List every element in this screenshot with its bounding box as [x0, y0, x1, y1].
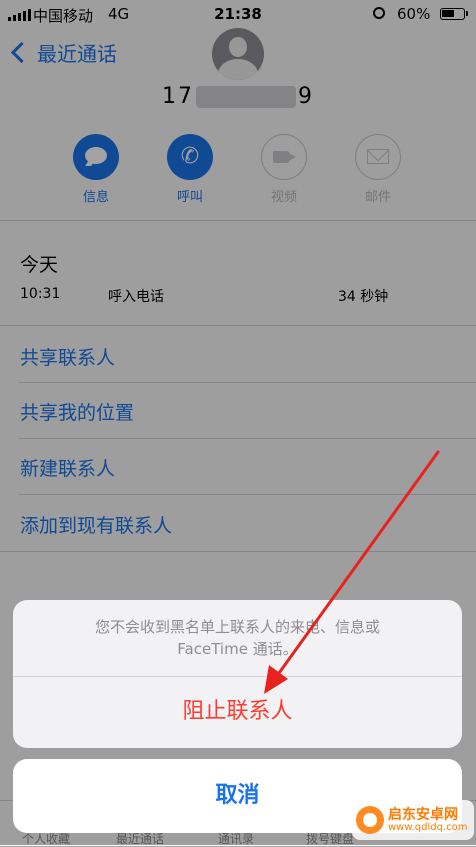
annotation-arrow	[264, 450, 440, 694]
annotation-arrow-head	[264, 665, 288, 694]
watermark-logo	[356, 806, 384, 834]
watermark-title: 启东安卓网	[388, 807, 458, 823]
watermark-url: www.qdldq.com	[388, 822, 468, 833]
site-watermark: 启东安卓网 www.qdldq.com	[352, 800, 474, 840]
annotation-arrow-shaft	[272, 450, 440, 682]
